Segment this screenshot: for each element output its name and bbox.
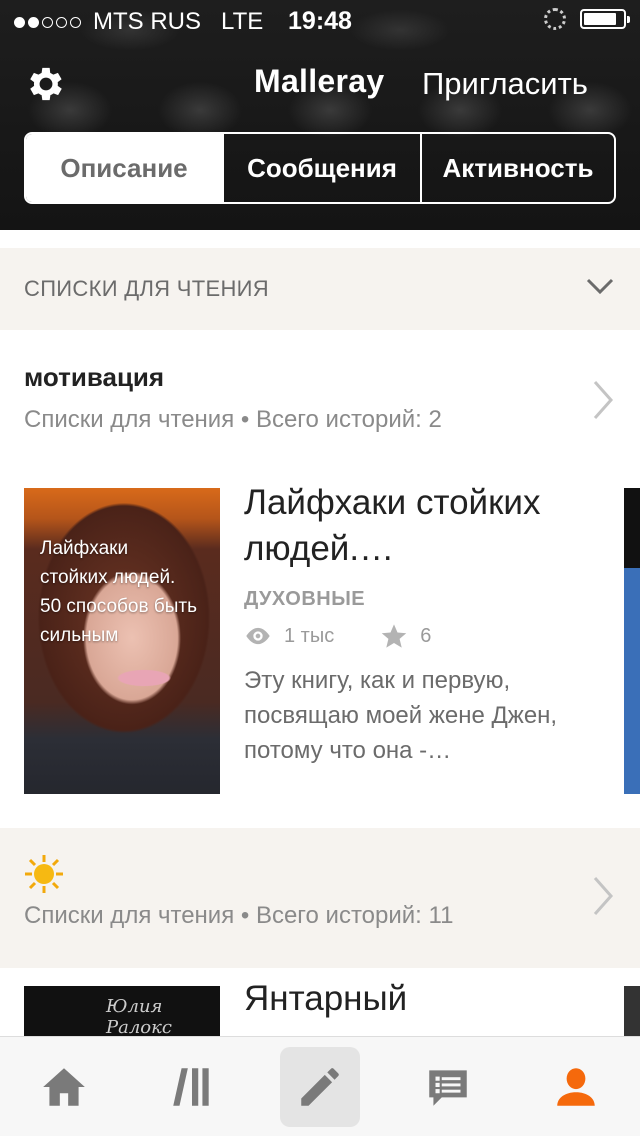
messages-icon — [429, 1069, 467, 1106]
next-story-cover[interactable] — [624, 568, 640, 794]
eye-icon — [246, 627, 270, 645]
profile-name: Malleray — [254, 63, 385, 99]
votes-count: 6 — [420, 624, 432, 647]
profile-icon — [557, 1067, 595, 1106]
reading-list-subtitle: Списки для чтения • Всего историй: 11 — [24, 902, 454, 929]
story-genre: ДУХОВНЫЕ — [244, 588, 366, 610]
story-title[interactable]: Лайфхаки стойких людей.… — [244, 480, 584, 572]
status-bar: MTS RUS LTE 19:48 — [0, 0, 640, 40]
star-icon — [381, 624, 407, 648]
cover-author: Юлия Ралокс — [106, 996, 172, 1038]
library-icon — [173, 1067, 209, 1106]
tab-profile[interactable] — [512, 1037, 640, 1136]
list-divider — [0, 828, 640, 968]
battery-icon — [580, 9, 630, 29]
profile-header: MTS RUS LTE 19:48 Malleray Пригласить Оп… — [0, 0, 640, 230]
reading-list-title[interactable]: мотивация — [24, 362, 164, 393]
tab-activity[interactable]: Активность — [420, 134, 614, 202]
cover-title: Лайфхаки стойких людей. 50 способов быть… — [40, 538, 198, 646]
profile-tabs: Описание Сообщения Активность — [24, 132, 616, 204]
chevron-right-icon[interactable] — [592, 380, 614, 420]
activity-spinner-icon — [544, 8, 566, 30]
reading-list-subtitle: Списки для чтения • Всего историй: 2 — [24, 406, 442, 433]
invite-button[interactable]: Пригласить — [422, 66, 588, 102]
tab-description[interactable]: Описание — [26, 134, 222, 202]
sun-icon — [25, 855, 63, 893]
story-description: Эту книгу, как и первую, посвящаю моей ж… — [244, 667, 558, 764]
home-icon — [43, 1067, 85, 1106]
tab-write[interactable] — [256, 1037, 384, 1136]
gear-icon[interactable] — [24, 62, 68, 106]
reading-lists-section-header[interactable]: СПИСКИ ДЛЯ ЧТЕНИЯ — [0, 248, 640, 330]
reads-count: 1 тыс — [284, 624, 335, 647]
pencil-icon — [301, 1067, 339, 1106]
story-cover[interactable]: Лайфхаки стойких людей. 50 способов быть… — [24, 488, 220, 794]
section-label: СПИСКИ ДЛЯ ЧТЕНИЯ — [24, 276, 269, 301]
story-stats: 1 тыс 6 — [244, 622, 431, 650]
tab-messages[interactable] — [384, 1037, 512, 1136]
tab-home[interactable] — [0, 1037, 128, 1136]
tab-library[interactable] — [128, 1037, 256, 1136]
chevron-down-icon — [586, 278, 614, 295]
chevron-right-icon[interactable] — [592, 876, 614, 916]
bottom-tab-bar — [0, 1036, 640, 1136]
tab-messages[interactable]: Сообщения — [222, 134, 420, 202]
story-title[interactable]: Янтарный — [244, 976, 584, 1022]
next-story-cover[interactable] — [624, 488, 640, 568]
